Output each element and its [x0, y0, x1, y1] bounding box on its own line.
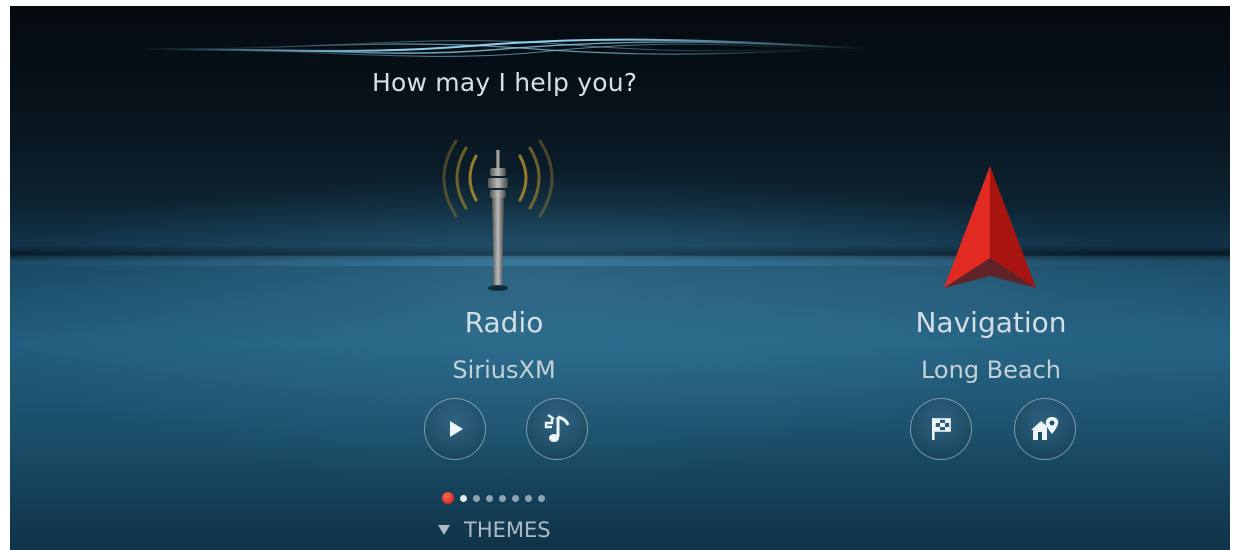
page-dot[interactable] — [486, 494, 493, 502]
voice-wave-icon[interactable] — [140, 24, 870, 74]
chevron-down-icon — [438, 525, 450, 535]
page-dot[interactable] — [473, 494, 480, 502]
page-indicator[interactable] — [442, 490, 545, 506]
navigation-location[interactable]: Long Beach — [861, 356, 1121, 384]
page-dot-active[interactable] — [442, 492, 454, 504]
horizon-glow — [10, 156, 1230, 266]
page-dot[interactable] — [525, 494, 532, 502]
radio-station[interactable]: SiriusXM — [374, 356, 634, 384]
assistant-prompt: How may I help you? — [372, 68, 638, 97]
destination-button[interactable] — [910, 398, 972, 460]
music-sources-button[interactable] — [526, 398, 588, 460]
page-dot[interactable] — [512, 494, 519, 502]
play-icon — [450, 421, 463, 437]
home-screen: How may I help you? Radio SiriusXM Navig… — [10, 6, 1230, 550]
navigation-arrow-icon[interactable] — [940, 166, 1040, 291]
play-button[interactable] — [424, 398, 486, 460]
page-dot[interactable] — [538, 494, 545, 502]
themes-label: THEMES — [464, 518, 551, 542]
themes-button[interactable]: THEMES — [438, 518, 551, 542]
music-note-icon — [544, 414, 570, 442]
navigation-title[interactable]: Navigation — [861, 306, 1121, 339]
page-dot[interactable] — [460, 494, 467, 502]
radio-tower-icon[interactable] — [428, 136, 568, 306]
radio-title[interactable]: Radio — [374, 306, 634, 339]
home-destination-button[interactable] — [1014, 398, 1076, 460]
page-dot[interactable] — [499, 494, 506, 502]
home-pin-icon — [1031, 417, 1059, 440]
destination-flag-icon — [932, 418, 951, 440]
